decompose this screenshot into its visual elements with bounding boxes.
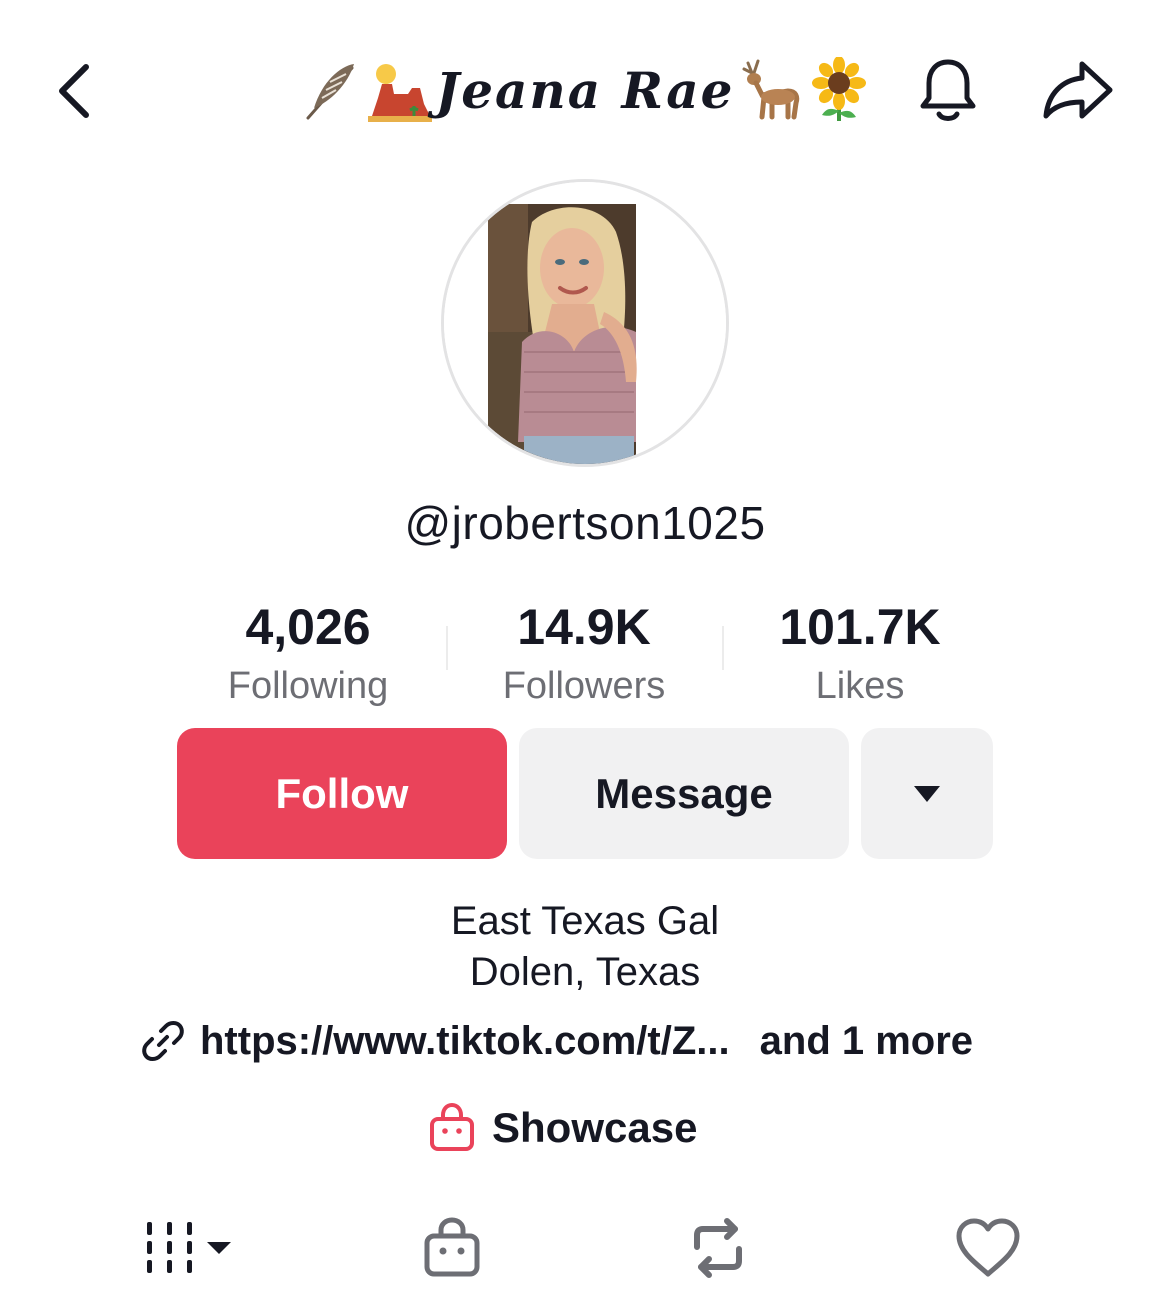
notification-bell-button[interactable] bbox=[908, 52, 988, 128]
stat-followers-label: Followers bbox=[502, 665, 666, 707]
suggested-accounts-button[interactable] bbox=[861, 728, 993, 859]
tab-videos[interactable] bbox=[132, 1208, 242, 1288]
profile-avatar[interactable] bbox=[441, 179, 729, 467]
message-button-label: Message bbox=[595, 769, 773, 817]
stat-followers[interactable]: 14.9K Followers bbox=[454, 598, 714, 714]
tab-liked[interactable] bbox=[946, 1208, 1030, 1288]
stat-following[interactable]: 4,026 Following bbox=[178, 598, 438, 714]
showcase-label: Showcase bbox=[492, 1104, 698, 1151]
deer-icon bbox=[738, 57, 804, 123]
chevron-left-icon bbox=[59, 64, 89, 118]
share-arrow-icon bbox=[1043, 61, 1113, 119]
videos-grid-icon bbox=[147, 1222, 231, 1273]
stat-divider bbox=[446, 626, 448, 670]
back-button[interactable] bbox=[44, 58, 104, 124]
triangle-down-icon bbox=[914, 785, 940, 802]
stat-following-value: 4,026 bbox=[245, 599, 371, 655]
avatar-photo bbox=[444, 182, 726, 464]
repost-icon bbox=[694, 1218, 742, 1278]
stat-likes-value: 101.7K bbox=[779, 599, 941, 655]
sunflower-icon bbox=[808, 57, 870, 123]
link-icon bbox=[140, 1018, 186, 1064]
message-button[interactable]: Message bbox=[519, 728, 849, 859]
shop-bag-icon bbox=[424, 1217, 480, 1277]
heart-icon bbox=[956, 1218, 1020, 1277]
display-name-text: Jeana Rae bbox=[435, 60, 735, 120]
bio-link[interactable]: https://www.tiktok.com/t/Z... bbox=[200, 1019, 730, 1064]
shopping-bag-icon bbox=[430, 1103, 474, 1151]
bio-line: East Texas Gal bbox=[450, 899, 720, 943]
showcase-link[interactable]: Showcase bbox=[428, 1098, 697, 1158]
more-links[interactable]: and 1 more bbox=[760, 1019, 973, 1064]
stat-likes[interactable]: 101.7K Likes bbox=[730, 598, 990, 714]
share-button[interactable] bbox=[1036, 52, 1120, 128]
stat-divider bbox=[722, 626, 724, 670]
bio-line: Dolen, Texas bbox=[469, 950, 701, 994]
bell-icon bbox=[920, 59, 976, 121]
desert-mesa-icon bbox=[367, 58, 432, 122]
stat-following-label: Following bbox=[227, 665, 389, 707]
tab-reposts[interactable] bbox=[676, 1208, 760, 1288]
follow-button-label: Follow bbox=[275, 769, 409, 817]
tab-shop[interactable] bbox=[410, 1208, 494, 1288]
stat-followers-value: 14.9K bbox=[517, 599, 651, 655]
username: @jrobertson1025 bbox=[404, 497, 766, 549]
follow-button[interactable]: Follow bbox=[177, 728, 507, 859]
stat-likes-label: Likes bbox=[815, 665, 905, 707]
bio-link-row: https://www.tiktok.com/t/Z... and 1 more bbox=[140, 1012, 1030, 1070]
feather-icon bbox=[300, 58, 364, 122]
profile-display-name: Jeana Rae bbox=[300, 52, 870, 128]
